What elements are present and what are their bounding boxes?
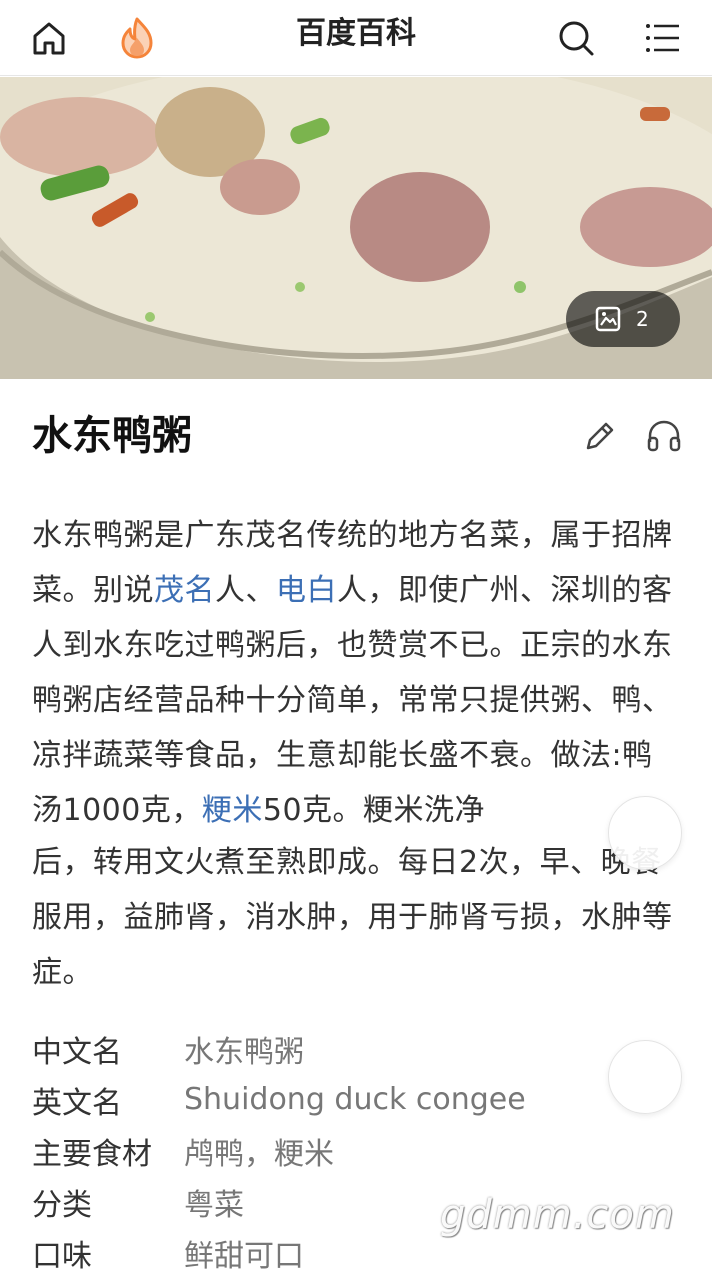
- gallery-icon: [595, 306, 621, 332]
- info-value: 鲜甜可口: [184, 1238, 304, 1274]
- info-key: 中文名: [32, 1034, 122, 1070]
- summary-text: 50克。粳米洗净: [262, 793, 486, 828]
- info-row: 中文名 水东鸭粥: [32, 1023, 682, 1074]
- link-jingmi[interactable]: 粳米: [202, 793, 263, 828]
- info-key: 分类: [32, 1187, 92, 1223]
- headphones-icon: [647, 420, 681, 452]
- info-row: 英文名 Shuidong duck congee: [32, 1074, 682, 1125]
- gallery-count: 2: [636, 307, 649, 331]
- info-key: 主要食材: [32, 1136, 152, 1172]
- summary-tail: 后，转用文火煮至熟即成。每日2次，早、晚餐服用，益肺肾，消水肿，用于肺肾亏损，水…: [32, 845, 673, 990]
- entry-title: 水东鸭粥: [32, 413, 192, 459]
- summary-text: 人、: [215, 573, 276, 608]
- hero-image[interactable]: 2: [0, 77, 712, 379]
- menu-icon: [646, 24, 679, 52]
- watermark: gdmm.com: [440, 1192, 675, 1238]
- summary-visible-part: 水东鸭粥是广东茂名传统的地方名菜，属于招牌菜。别说茂名人、电白人，即使广州、深圳…: [32, 508, 682, 835]
- info-row: 主要食材 鸬鸭，粳米: [32, 1125, 682, 1176]
- info-key: 口味: [32, 1238, 92, 1274]
- menu-button[interactable]: [639, 14, 687, 62]
- info-value: 水东鸭粥: [184, 1034, 304, 1070]
- link-maoming[interactable]: 茂名: [154, 573, 215, 608]
- listen-button[interactable]: [644, 416, 684, 456]
- basic-info-table: 中文名 水东鸭粥 英文名 Shuidong duck congee 主要食材 鸬…: [32, 1023, 682, 1278]
- summary-text: 人，即使广州、深圳的客人到水东吃过鸭粥后，也赞赏不已。正宗的水东鸭粥店经营品种十…: [32, 573, 673, 828]
- floating-catalog-button[interactable]: [608, 1040, 682, 1114]
- info-value: 粤菜: [184, 1187, 244, 1223]
- floating-action-button[interactable]: [608, 796, 682, 870]
- gallery-badge[interactable]: 2: [566, 291, 680, 347]
- info-value: Shuidong duck congee: [184, 1082, 526, 1117]
- search-icon: [559, 21, 594, 56]
- top-bar: 百度百科: [0, 0, 712, 76]
- entry-summary: 水东鸭粥是广东茂名传统的地方名菜，属于招牌菜。别说茂名人、电白人，即使广州、深圳…: [32, 508, 682, 1000]
- edit-button[interactable]: [580, 416, 620, 456]
- app-title: 百度百科: [296, 16, 416, 51]
- pencil-icon: [586, 422, 614, 450]
- info-key: 英文名: [32, 1085, 122, 1121]
- info-value: 鸬鸭，粳米: [184, 1136, 334, 1172]
- search-button[interactable]: [552, 14, 600, 62]
- link-dianbai[interactable]: 电白: [276, 573, 337, 608]
